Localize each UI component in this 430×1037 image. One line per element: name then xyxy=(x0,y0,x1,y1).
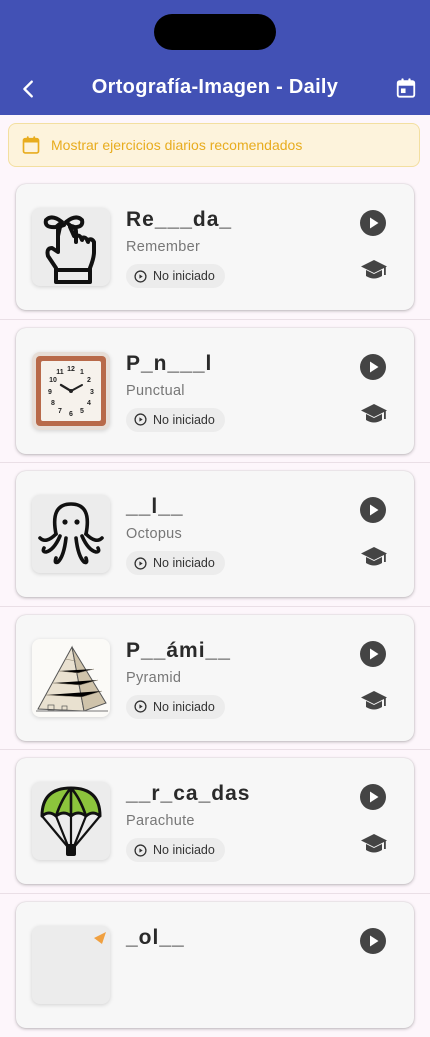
status-badge: No iniciado xyxy=(126,838,225,862)
chevron-left-icon xyxy=(18,78,40,100)
exercise-image xyxy=(32,495,110,573)
svg-text:6: 6 xyxy=(69,411,73,418)
list-item: Re___da_ Remember No iniciado xyxy=(0,176,430,320)
page-title: Ortografía-Imagen - Daily xyxy=(60,76,370,99)
exercise-image xyxy=(32,639,110,717)
masked-word: P_n___l xyxy=(126,352,212,376)
exercise-card[interactable]: 12 1 2 3 4 5 6 7 8 9 10 11 xyxy=(16,328,414,454)
masked-word: P__ámi__ xyxy=(126,639,231,663)
play-button[interactable] xyxy=(359,353,387,381)
pyramid-icon xyxy=(32,639,110,717)
exercise-image xyxy=(32,926,110,1004)
finger-bow-icon xyxy=(36,208,106,286)
exercise-list: Re___da_ Remember No iniciado xyxy=(0,176,430,1037)
svg-text:5: 5 xyxy=(80,408,84,415)
exercise-card[interactable]: __r_ca_das Parachute No iniciado xyxy=(16,758,414,884)
svg-text:7: 7 xyxy=(58,408,62,415)
masked-word: _ol__ xyxy=(126,926,185,950)
masked-word: __r_ca_das xyxy=(126,782,250,806)
status-label: No iniciado xyxy=(153,269,215,283)
svg-text:2: 2 xyxy=(87,377,91,384)
mortarboard-icon[interactable] xyxy=(360,689,388,713)
list-item: __l__ Octopus No iniciado xyxy=(0,463,430,607)
calendar-icon xyxy=(395,77,417,99)
list-item: __r_ca_das Parachute No iniciado xyxy=(0,750,430,894)
calendar-icon xyxy=(21,135,41,155)
mortarboard-icon[interactable] xyxy=(360,545,388,569)
exercise-image: 12 1 2 3 4 5 6 7 8 9 10 11 xyxy=(32,352,110,430)
play-circle-icon xyxy=(134,844,147,857)
status-label: No iniciado xyxy=(153,556,215,570)
partial-item-icon xyxy=(36,930,106,1000)
back-button[interactable] xyxy=(14,74,44,104)
svg-text:4: 4 xyxy=(87,400,91,407)
exercise-image xyxy=(32,208,110,286)
masked-word: __l__ xyxy=(126,495,184,519)
svg-text:11: 11 xyxy=(56,369,64,376)
status-badge: No iniciado xyxy=(126,695,225,719)
play-button[interactable] xyxy=(359,640,387,668)
app-bar: Ortografía-Imagen - Daily xyxy=(0,0,430,115)
svg-text:10: 10 xyxy=(49,377,57,384)
status-badge: No iniciado xyxy=(126,551,225,575)
status-label: No iniciado xyxy=(153,413,215,427)
exercise-image xyxy=(32,782,110,860)
play-circle-icon xyxy=(134,557,147,570)
svg-text:1: 1 xyxy=(80,369,84,376)
device-notch xyxy=(154,14,276,50)
list-item: 12 1 2 3 4 5 6 7 8 9 10 11 xyxy=(0,320,430,464)
exercise-card[interactable]: Re___da_ Remember No iniciado xyxy=(16,184,414,310)
play-button[interactable] xyxy=(359,209,387,237)
status-label: No iniciado xyxy=(153,700,215,714)
play-circle-icon xyxy=(134,270,147,283)
exercise-card[interactable]: P__ámi__ Pyramid No iniciado xyxy=(16,615,414,741)
banner-text: Mostrar ejercicios diarios recomendados xyxy=(51,137,302,153)
svg-text:8: 8 xyxy=(51,400,55,407)
play-button[interactable] xyxy=(359,783,387,811)
parachute-icon xyxy=(36,784,106,858)
mortarboard-icon[interactable] xyxy=(360,402,388,426)
exercise-card[interactable]: __l__ Octopus No iniciado xyxy=(16,471,414,597)
svg-text:3: 3 xyxy=(90,389,94,396)
mortarboard-icon[interactable] xyxy=(360,258,388,282)
translation: Remember xyxy=(126,239,200,255)
status-badge: No iniciado xyxy=(126,408,225,432)
play-circle-icon xyxy=(134,413,147,426)
translation: Punctual xyxy=(126,383,185,399)
status-badge: No iniciado xyxy=(126,264,225,288)
play-button[interactable] xyxy=(359,496,387,524)
calendar-button[interactable] xyxy=(392,74,420,102)
svg-text:12: 12 xyxy=(67,366,75,373)
exercise-card[interactable]: _ol__ xyxy=(16,902,414,1028)
masked-word: Re___da_ xyxy=(126,208,232,232)
play-button[interactable] xyxy=(359,927,387,955)
translation: Pyramid xyxy=(126,670,181,686)
list-item: _ol__ xyxy=(0,894,430,1037)
translation: Parachute xyxy=(126,813,195,829)
svg-text:9: 9 xyxy=(48,389,52,396)
translation: Octopus xyxy=(126,526,182,542)
daily-recommendations-banner[interactable]: Mostrar ejercicios diarios recomendados xyxy=(8,123,420,167)
list-item: P__ámi__ Pyramid No iniciado xyxy=(0,607,430,751)
clock-icon: 12 1 2 3 4 5 6 7 8 9 10 11 xyxy=(32,352,110,430)
play-circle-icon xyxy=(134,700,147,713)
octopus-icon xyxy=(36,498,106,570)
status-label: No iniciado xyxy=(153,843,215,857)
mortarboard-icon[interactable] xyxy=(360,832,388,856)
